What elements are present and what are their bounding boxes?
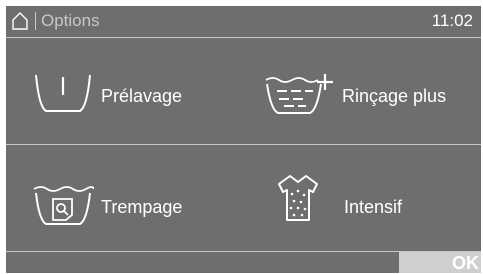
option-label: Intensif xyxy=(344,197,403,217)
rinse-plus-icon xyxy=(265,74,333,114)
clock: 11:02 xyxy=(431,11,473,30)
home-icon[interactable] xyxy=(12,11,28,30)
option-intensif[interactable]: Intensif xyxy=(243,145,481,245)
page-title: Options xyxy=(41,11,100,30)
intensive-shirt-icon xyxy=(278,175,318,221)
ok-label: OK xyxy=(452,253,479,273)
option-label: Prélavage xyxy=(101,86,183,106)
title-separator xyxy=(35,12,36,30)
top-bar: Options 11:02 xyxy=(6,6,481,37)
options-screen: Options 11:02 Prélavage Rinçage plus Tre… xyxy=(6,6,481,273)
option-label: Trempage xyxy=(101,197,183,217)
ok-button[interactable]: OK xyxy=(399,252,481,273)
option-rincage-plus[interactable]: Rinçage plus xyxy=(243,38,481,138)
option-prelavage[interactable]: Prélavage xyxy=(6,38,243,138)
option-trempage[interactable]: Trempage xyxy=(6,145,243,245)
option-label: Rinçage plus xyxy=(342,86,447,106)
prewash-basin-icon xyxy=(35,74,91,112)
soak-icon xyxy=(33,186,94,225)
